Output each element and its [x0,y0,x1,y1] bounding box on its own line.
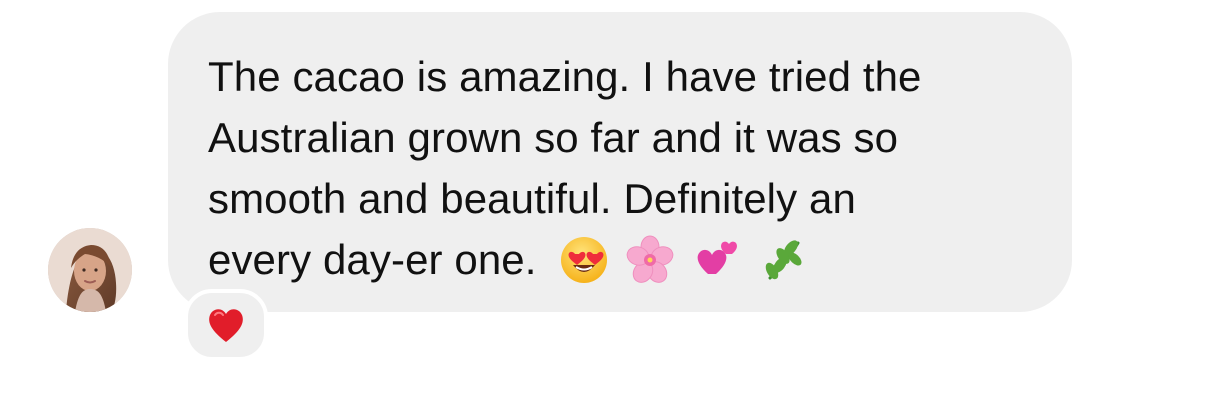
avatar[interactable] [48,228,132,312]
message-line-1: The cacao is amazing. I have tried the [208,53,922,100]
message-text: The cacao is amazing. I have tried the A… [208,46,1032,290]
smiling-face-with-heart-eyes-icon [558,234,610,286]
message-line-4: every day-er one. [208,236,537,283]
avatar-image [48,228,132,312]
message-line-2: Australian grown so far and it was so [208,114,899,161]
two-hearts-icon [690,234,742,286]
reaction-badge[interactable] [184,289,268,361]
message-bubble[interactable]: The cacao is amazing. I have tried the A… [168,12,1072,312]
message-line-3: smooth and beautiful. Definitely an [208,175,856,222]
message-line-4-container: every day-er one. [208,229,1032,290]
emoji-row [558,234,808,286]
herb-icon [756,234,808,286]
red-heart-icon [205,305,247,345]
message-row: The cacao is amazing. I have tried the A… [0,0,1223,415]
cherry-blossom-icon [624,234,676,286]
